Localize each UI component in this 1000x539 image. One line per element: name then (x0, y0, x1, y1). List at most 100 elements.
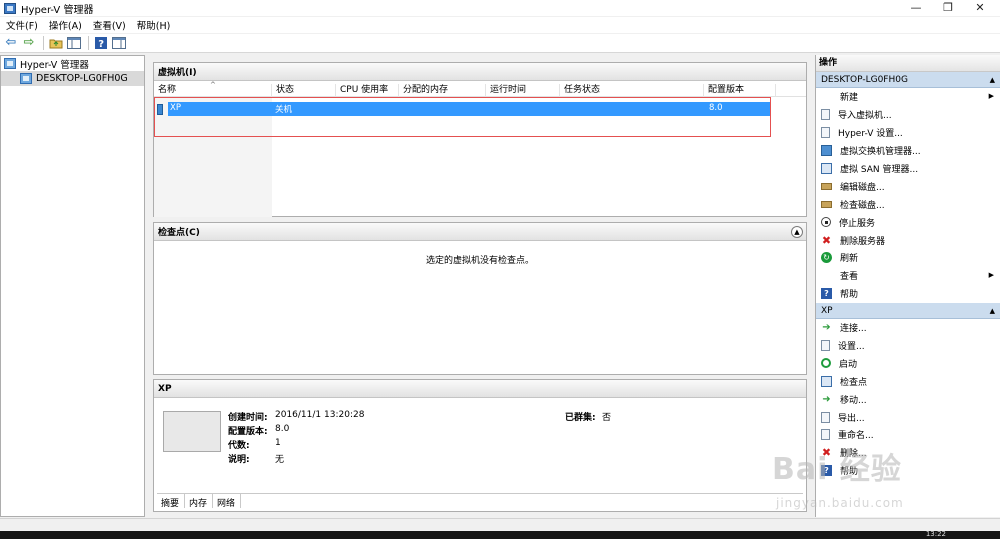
action-virtual-san-manager-label: 虚拟 SAN 管理器... (840, 165, 919, 175)
notes-value: 无 (275, 455, 285, 465)
submenu-arrow-icon: ▶ (988, 92, 994, 100)
show-hide-tree-icon[interactable] (66, 35, 82, 51)
config-version-value: 8.0 (275, 424, 290, 434)
column-uptime[interactable]: 运行时间 (486, 84, 560, 97)
column-config-version[interactable]: 配置版本 (704, 84, 776, 97)
action-connect-label: 连接... (840, 324, 867, 335)
action-edit-disk[interactable]: 编辑磁盘... (816, 177, 1000, 195)
action-vm-settings[interactable]: 设置... (816, 337, 1000, 355)
menu-bar: 文件(F) 操作(A) 查看(V) 帮助(H) (0, 17, 1000, 33)
help-icon[interactable]: ? (93, 35, 109, 51)
hyperv-app-icon (4, 2, 16, 14)
action-start[interactable]: 启动 (816, 354, 1000, 372)
virtual-machines-panel: 虚拟机(I) ^ 名称 状态 CPU 使用率 分配的内存 运行时间 任务状态 配… (153, 62, 807, 217)
action-virtual-san-manager[interactable]: 虚拟 SAN 管理器... (816, 160, 1000, 178)
checkpoints-panel: 检查点(C) ▲ 选定的虚拟机没有检查点。 (153, 222, 807, 375)
vm-state: 关机 (275, 105, 293, 115)
table-row[interactable]: XP 关机 8.0 (157, 102, 770, 116)
navigation-tree: Hyper-V 管理器 DESKTOP-LG0FH0G (0, 55, 145, 517)
details-tab-strip: 摘要 内存 网络 (157, 493, 803, 509)
title-bar: Hyper-V 管理器 — ❐ ✕ (0, 0, 1000, 16)
column-cpu[interactable]: CPU 使用率 (336, 84, 399, 97)
action-connect[interactable]: ➔ 连接... (816, 319, 1000, 337)
column-state[interactable]: 状态 (272, 84, 336, 97)
action-delete-label: 删除... (840, 449, 867, 460)
up-folder-icon[interactable] (48, 35, 64, 51)
submenu-arrow-icon: ▶ (988, 270, 994, 279)
action-stop-service[interactable]: 停止服务 (816, 213, 1000, 231)
action-help-label: 帮助 (840, 290, 859, 301)
action-remove-server[interactable]: ✖ 删除服务器 (816, 231, 1000, 249)
delete-icon: ✖ (821, 446, 832, 460)
toolbar: ⇦ ⇨ ? (0, 34, 1000, 53)
action-inspect-disk[interactable]: 检查磁盘... (816, 195, 1000, 213)
action-import-vm[interactable]: 导入虚拟机... (816, 106, 1000, 124)
action-new[interactable]: 新建 ▶ (816, 88, 1000, 106)
tab-summary[interactable]: 摘要 (157, 494, 186, 509)
collapse-up-icon[interactable]: ▲ (990, 72, 995, 88)
collapse-chevron-icon[interactable]: ▲ (791, 226, 803, 238)
tree-root-label: Hyper-V 管理器 (20, 59, 89, 71)
notes-label: 说明: (228, 455, 250, 465)
close-button[interactable]: ✕ (964, 0, 996, 16)
help-icon: ? (821, 465, 832, 477)
menu-view[interactable]: 查看(V) (93, 18, 126, 32)
collapse-up-icon[interactable]: ▲ (990, 303, 995, 319)
server-actions-group-title: DESKTOP-LG0FH0G (821, 75, 908, 85)
minimize-button[interactable]: — (900, 0, 932, 16)
blank-icon (821, 91, 832, 102)
tree-server-label: DESKTOP-LG0FH0G (36, 73, 128, 84)
network-switch-icon (821, 145, 832, 157)
edit-disk-icon (821, 182, 832, 190)
action-inspect-disk-label: 检查磁盘... (840, 200, 885, 211)
column-task-status[interactable]: 任务状态 (560, 84, 704, 97)
action-delete[interactable]: ✖ 删除... (816, 444, 1000, 462)
vm-table-body: XP 关机 8.0 (154, 97, 806, 217)
forward-arrow-icon[interactable]: ⇨ (21, 35, 37, 51)
menu-file[interactable]: 文件(F) (6, 18, 38, 32)
vm-details-panel: XP 创建时间: 2016/11/1 13:20:28 配置版本: 8.0 代数… (153, 379, 807, 512)
vm-actions-group-header[interactable]: XP ▲ (816, 302, 1000, 319)
menu-help[interactable]: 帮助(H) (137, 18, 171, 32)
action-virtual-switch-manager[interactable]: 虚拟交换机管理器... (816, 142, 1000, 160)
action-edit-disk-label: 编辑磁盘... (840, 182, 885, 193)
status-bar (0, 518, 1000, 531)
window-title: Hyper-V 管理器 (21, 4, 94, 16)
action-vm-help[interactable]: ? 帮助 (816, 462, 1000, 480)
vm-name: XP (170, 103, 181, 113)
generation-value: 1 (275, 438, 281, 448)
menu-action[interactable]: 操作(A) (49, 18, 82, 32)
tab-memory[interactable]: 内存 (185, 494, 214, 509)
column-memory[interactable]: 分配的内存 (399, 84, 486, 97)
tree-root-hyperv-manager[interactable]: Hyper-V 管理器 (1, 56, 144, 71)
settings-doc-icon (821, 127, 830, 139)
action-help[interactable]: ? 帮助 (816, 285, 1000, 303)
back-arrow-icon[interactable]: ⇦ (3, 35, 19, 51)
tree-item-server[interactable]: DESKTOP-LG0FH0G (1, 71, 144, 86)
action-vm-settings-label: 设置... (838, 342, 865, 353)
server-actions-group-header[interactable]: DESKTOP-LG0FH0G ▲ (816, 72, 1000, 88)
maximize-button[interactable]: ❐ (932, 0, 964, 16)
show-hide-action-pane-icon[interactable] (111, 35, 127, 51)
action-rename[interactable]: 重命名... (816, 426, 1000, 444)
actions-pane-title: 操作 (816, 55, 1000, 72)
vm-version: 8.0 (709, 103, 723, 113)
action-view[interactable]: 查看 ▶ (816, 267, 1000, 285)
san-icon (821, 163, 832, 174)
action-refresh-label: 刷新 (840, 254, 859, 265)
delete-icon: ✖ (821, 233, 832, 247)
action-move[interactable]: ➜ 移动... (816, 390, 1000, 408)
action-vm-help-label: 帮助 (840, 467, 859, 478)
toolbar-separator (88, 36, 89, 50)
vm-panel-title: 虚拟机(I) (158, 68, 197, 78)
action-refresh[interactable]: ↻ 刷新 (816, 249, 1000, 267)
tab-network[interactable]: 网络 (213, 494, 242, 509)
action-hyperv-settings[interactable]: Hyper-V 设置... (816, 124, 1000, 142)
created-time-value: 2016/11/1 13:20:28 (275, 410, 365, 420)
vm-icon (157, 104, 163, 115)
toolbar-separator (43, 36, 44, 50)
clustered-value: 否 (602, 413, 612, 423)
no-checkpoints-message: 选定的虚拟机没有检查点。 (425, 256, 534, 266)
action-checkpoint[interactable]: 检查点 (816, 372, 1000, 390)
action-export[interactable]: 导出... (816, 408, 1000, 426)
